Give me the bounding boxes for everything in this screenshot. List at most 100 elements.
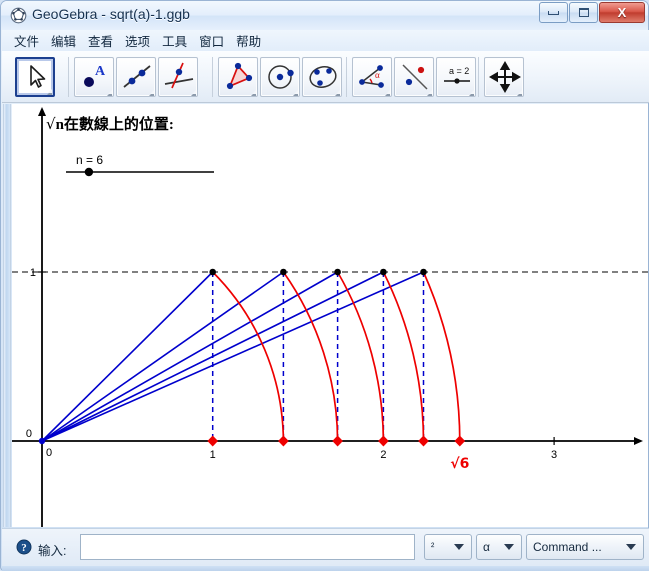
chevron-down-icon[interactable] xyxy=(385,86,390,96)
chevron-down-icon[interactable] xyxy=(427,86,432,96)
tool-group-shapes xyxy=(212,57,343,97)
y-axis-arrow xyxy=(38,107,46,116)
graphics-canvas: 0 1 0 1 2 3 √6 xyxy=(12,107,648,527)
arc-sqrt5 xyxy=(382,271,425,442)
point-sqrt3 xyxy=(332,435,343,447)
x-label-1: 1 xyxy=(210,449,216,461)
point-1 xyxy=(207,435,218,447)
hypotenuse-2 xyxy=(41,271,284,442)
x-label-3: 3 xyxy=(551,449,557,461)
menu-bar: 文件 编辑 查看 选项 工具 窗口 帮助 xyxy=(2,30,649,51)
point-sqrt2 xyxy=(278,435,289,447)
menu-item-file[interactable]: 文件 xyxy=(8,29,45,53)
conic-tool[interactable] xyxy=(302,57,342,97)
menu-item-help[interactable]: 帮助 xyxy=(230,29,267,53)
x-label-0: 0 xyxy=(46,447,52,459)
window-title: GeoGebra - sqrt(a)-1.ggb xyxy=(32,6,190,22)
chevron-down-icon[interactable] xyxy=(191,86,196,96)
menu-item-options[interactable]: 选项 xyxy=(119,29,156,53)
chevron-down-icon[interactable] xyxy=(149,86,154,96)
upper-point-4 xyxy=(380,268,387,276)
arc-sqrt3 xyxy=(282,271,339,442)
slider-knob xyxy=(84,167,94,177)
perpendicular-line-tool[interactable] xyxy=(158,57,198,97)
tool-group-view xyxy=(478,57,525,97)
chevron-down-icon xyxy=(626,544,636,550)
point-tool[interactable]: A xyxy=(74,57,114,97)
slider-tool[interactable]: a = 2 xyxy=(436,57,476,97)
input-field[interactable] xyxy=(80,534,415,560)
upper-point-3 xyxy=(334,268,341,276)
menu-item-view[interactable]: 查看 xyxy=(82,29,119,53)
window-controls: X xyxy=(538,2,645,24)
close-icon: X xyxy=(617,5,627,20)
menu-item-window[interactable]: 窗口 xyxy=(193,29,230,53)
chevron-down-icon[interactable] xyxy=(251,86,256,96)
maximize-button[interactable] xyxy=(569,2,598,23)
upper-point-5 xyxy=(420,268,427,276)
geogebra-window: GeoGebra - sqrt(a)-1.ggb X 文件 编辑 查看 选项 工… xyxy=(0,0,649,571)
tool-group-point: A xyxy=(68,57,199,97)
minimize-button[interactable] xyxy=(539,2,568,23)
input-bar: ? 输入: ² α Command ... xyxy=(2,528,649,566)
polygon-tool[interactable] xyxy=(218,57,258,97)
algebra-view-divider[interactable] xyxy=(3,104,11,527)
upper-point-1 xyxy=(209,268,216,276)
x-label-2: 2 xyxy=(380,449,386,461)
minimize-icon xyxy=(548,10,559,15)
sqrt-point-label: √6 xyxy=(450,456,469,472)
tool-bar: A α a = 2 xyxy=(2,51,649,146)
hypotenuse-1 xyxy=(41,271,214,442)
command-dropdown[interactable]: Command ... xyxy=(526,534,644,560)
hypotenuse-lines xyxy=(41,271,424,442)
vertical-legs xyxy=(211,272,425,441)
reflect-tool[interactable] xyxy=(394,57,434,97)
tool-group-move xyxy=(14,57,56,97)
point-sqrt4 xyxy=(378,435,389,447)
chevron-down-icon[interactable] xyxy=(517,86,522,96)
chevron-down-icon xyxy=(454,544,464,550)
svg-text:?: ? xyxy=(21,542,27,554)
point-sqrt6 xyxy=(454,435,466,447)
chevron-down-icon[interactable] xyxy=(469,86,474,96)
move-tool[interactable] xyxy=(15,57,55,97)
menu-item-tools[interactable]: 工具 xyxy=(156,29,193,53)
chevron-down-icon[interactable] xyxy=(293,86,298,96)
greek-value: α xyxy=(483,540,490,554)
title-bar: GeoGebra - sqrt(a)-1.ggb X xyxy=(1,1,648,30)
maximize-icon xyxy=(578,8,589,17)
superscript-value: ² xyxy=(431,541,435,553)
superscript-dropdown[interactable]: ² xyxy=(424,534,472,560)
chevron-down-icon[interactable] xyxy=(335,86,340,96)
hypotenuse-3 xyxy=(41,271,338,442)
status-bar xyxy=(2,566,649,571)
chevron-down-icon xyxy=(504,544,514,550)
hypotenuse-5 xyxy=(41,271,424,442)
graphics-caption: √n在數線上的位置: xyxy=(46,113,174,134)
circle-tool[interactable] xyxy=(260,57,300,97)
command-value: Command ... xyxy=(533,540,602,554)
chevron-down-icon[interactable] xyxy=(47,85,52,95)
arc-sqrt6 xyxy=(422,271,461,442)
greek-letter-dropdown[interactable]: α xyxy=(476,534,522,560)
geogebra-logo-icon xyxy=(10,7,27,24)
close-button[interactable]: X xyxy=(599,2,645,23)
svg-text:A: A xyxy=(95,64,106,79)
menu-item-edit[interactable]: 编辑 xyxy=(45,29,82,53)
chevron-down-icon[interactable] xyxy=(107,86,112,96)
question-mark-icon[interactable]: ? xyxy=(16,539,32,560)
angle-tool[interactable]: α xyxy=(352,57,392,97)
svg-text:α: α xyxy=(375,70,380,80)
svg-text:a = 2: a = 2 xyxy=(449,66,469,76)
sqrt-variable: n xyxy=(55,117,64,133)
input-label: 输入: xyxy=(38,544,67,558)
graphics-view[interactable]: 0 1 0 1 2 3 √6 xyxy=(12,104,648,527)
slider-value-label: n = 6 xyxy=(76,153,104,167)
origin-point xyxy=(38,437,46,445)
x-axis-arrow xyxy=(634,437,643,445)
y-label-1: 1 xyxy=(30,267,36,279)
sqrt-symbol: √ xyxy=(46,115,56,133)
point-sqrt5 xyxy=(418,435,429,447)
move-view-tool[interactable] xyxy=(484,57,524,97)
line-tool[interactable] xyxy=(116,57,156,97)
